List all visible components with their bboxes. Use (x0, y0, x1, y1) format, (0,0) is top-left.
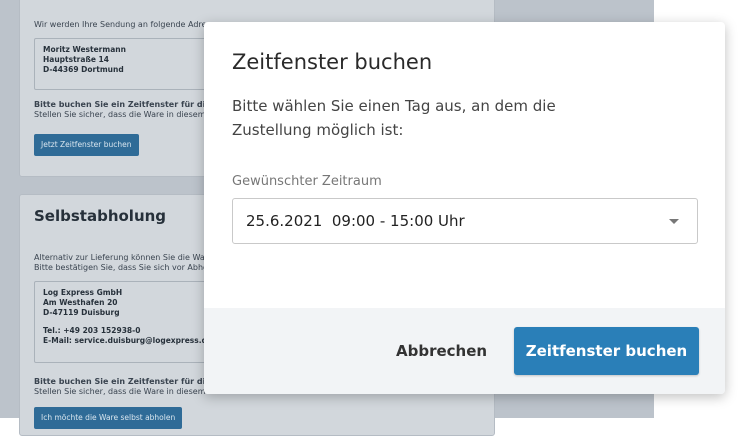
pickup-note-2: Stellen Sie sicher, dass die Ware in die… (34, 387, 221, 396)
pickup-intro-2: Bitte bestätigen Sie, dass Sie sich vor … (34, 263, 216, 272)
timeframe-select[interactable]: 25.6.2021 09:00 - 15:00 Uhr (232, 198, 698, 244)
timeframe-label: Gewünschter Zeitraum (232, 174, 382, 189)
confirm-booking-button[interactable]: Zeitfenster buchen (514, 327, 699, 375)
modal-description: Bitte wählen Sie einen Tag aus, an dem d… (232, 97, 556, 139)
delivery-intro: Wir werden Ihre Sendung an folgende Adre… (34, 20, 220, 29)
modal-title: Zeitfenster buchen (232, 50, 433, 74)
pickup-intro: Alternativ zur Lieferung können Sie die … (34, 253, 221, 262)
timeframe-selected-value: 25.6.2021 09:00 - 15:00 Uhr (246, 212, 465, 230)
booking-modal: Zeitfenster buchen Bitte wählen Sie eine… (204, 22, 725, 394)
pickup-title: Selbstabholung (34, 207, 167, 225)
self-pickup-button[interactable]: Ich möchte die Ware selbst abholen (34, 407, 183, 429)
delivery-note-2: Stellen Sie sicher, dass die Ware in die… (34, 110, 221, 119)
cancel-button[interactable]: Abbrechen (396, 342, 487, 360)
chevron-down-icon (669, 219, 679, 224)
book-slot-button[interactable]: Jetzt Zeitfenster buchen (34, 134, 139, 156)
modal-footer: Abbrechen Zeitfenster buchen (204, 308, 725, 394)
